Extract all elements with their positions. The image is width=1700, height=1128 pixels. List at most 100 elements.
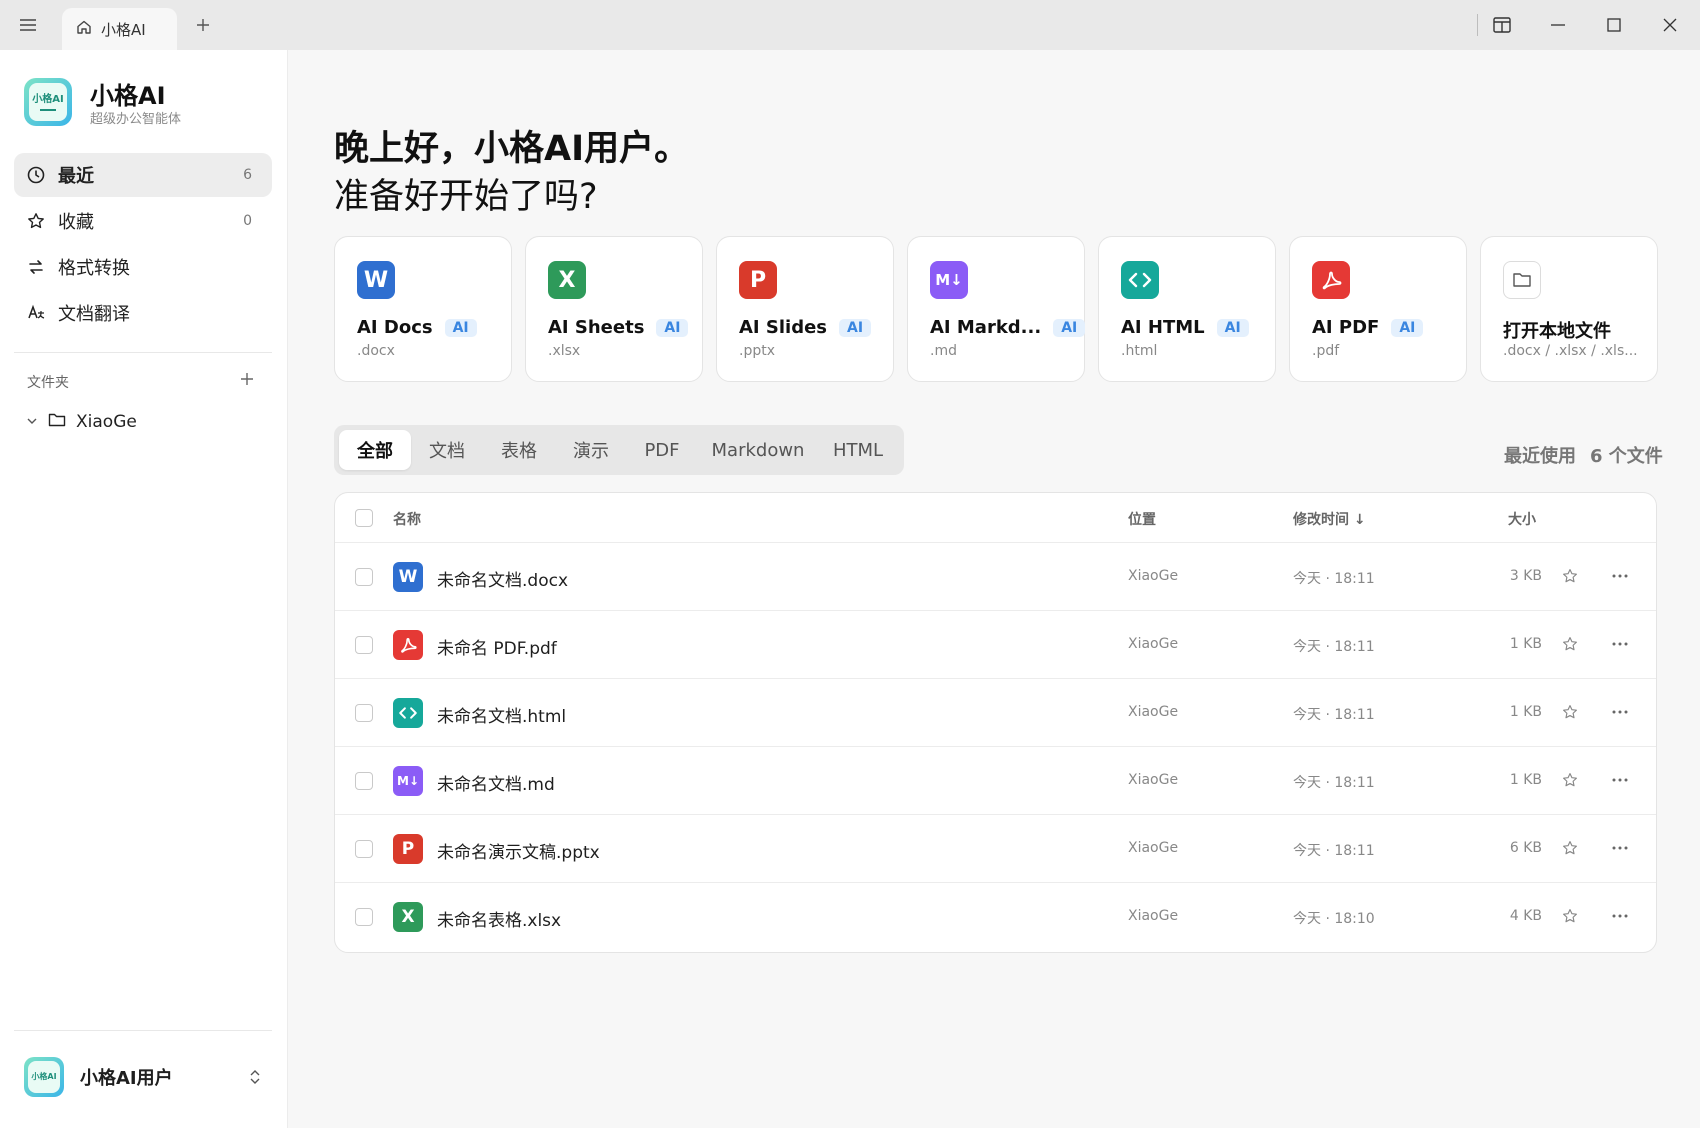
file-modified-time: 今天 · 18:11 — [1293, 639, 1375, 655]
favorite-star-icon[interactable] — [1559, 633, 1581, 655]
avatar: 小格AI — [24, 1057, 64, 1097]
tab-markdown[interactable]: Markdown — [697, 430, 819, 470]
brand-subtitle: 超级办公智能体 — [90, 112, 182, 127]
card-title-row: AI Markd... AI — [930, 317, 1086, 338]
favorite-star-icon[interactable] — [1559, 905, 1581, 927]
column-header-name[interactable]: 名称 — [393, 509, 421, 529]
html-code-icon — [393, 698, 423, 728]
tab-html[interactable]: HTML — [819, 430, 897, 470]
more-options-icon[interactable] — [1607, 837, 1633, 859]
table-row[interactable]: P 未命名演示文稿.pptx XiaoGe 今天 · 18:11 6 KB — [335, 815, 1656, 883]
sidebar-item-favorites[interactable]: 收藏 0 — [14, 199, 272, 243]
favorite-star-icon[interactable] — [1559, 769, 1581, 791]
recent-count-badge: 6 — [243, 167, 252, 183]
card-title-row: 打开本地文件 — [1503, 317, 1611, 343]
sidebar-item-label: 最近 — [58, 166, 94, 187]
avatar-text: 小格AI — [31, 1072, 57, 1081]
open-local-file-card[interactable]: 打开本地文件 .docx / .xlsx / .xls... — [1480, 236, 1658, 382]
row-checkbox[interactable] — [355, 704, 373, 722]
sidebar-bottom-divider — [14, 1030, 272, 1031]
recent-used-label: 最近使用 — [1504, 446, 1576, 467]
more-options-icon[interactable] — [1607, 905, 1633, 927]
favorites-count-badge: 0 — [243, 213, 252, 229]
card-title-row: AI PDF AI — [1312, 317, 1424, 338]
card-title: AI Slides — [739, 317, 828, 338]
card-title: AI HTML — [1121, 317, 1205, 338]
card-extension: .html — [1121, 343, 1158, 359]
card-title-row: AI HTML AI — [1121, 317, 1249, 338]
row-checkbox[interactable] — [355, 636, 373, 654]
favorite-star-icon[interactable] — [1559, 701, 1581, 723]
create-card-docs[interactable]: W AI Docs AI .docx — [334, 236, 512, 382]
column-header-size[interactable]: 大小 — [1508, 509, 1536, 529]
favorite-star-icon[interactable] — [1559, 565, 1581, 587]
card-title-row: AI Slides AI — [739, 317, 872, 338]
row-checkbox[interactable] — [355, 568, 373, 586]
sidebar: 小格AI 小格AI 超级办公智能体 最近 6 收藏 0 格式转换 文档翻译 文件… — [0, 50, 288, 1128]
table-row[interactable]: M↓ 未命名文档.md XiaoGe 今天 · 18:11 1 KB — [335, 747, 1656, 815]
add-folder-icon[interactable] — [236, 368, 258, 390]
card-title: AI Markd... — [930, 317, 1042, 338]
chevron-updown-icon[interactable] — [246, 1066, 264, 1088]
create-card-sheets[interactable]: X AI Sheets AI .xlsx — [525, 236, 703, 382]
greeting-heading: 晚上好，小格AI用户。 — [334, 129, 690, 169]
ai-badge: AI — [656, 318, 689, 337]
more-options-icon[interactable] — [1607, 633, 1633, 655]
tab-home[interactable]: 小格AI — [62, 8, 177, 50]
chevron-down-icon[interactable] — [26, 412, 38, 432]
greeting-subheading: 准备好开始了吗? — [334, 177, 598, 217]
more-options-icon[interactable] — [1607, 565, 1633, 587]
file-modified-time: 今天 · 18:11 — [1293, 843, 1375, 859]
tab-pdf[interactable]: PDF — [627, 430, 697, 470]
create-card-pdf[interactable]: AI PDF AI .pdf — [1289, 236, 1467, 382]
card-extension: .docx — [357, 343, 395, 359]
hamburger-menu-icon[interactable] — [14, 12, 42, 38]
file-type-filter-tabs: 全部 文档 表格 演示 PDF Markdown HTML — [334, 425, 904, 475]
folders-heading: 文件夹 — [27, 375, 69, 391]
file-location: XiaoGe — [1128, 840, 1179, 856]
table-row[interactable]: X 未命名表格.xlsx XiaoGe 今天 · 18:10 4 KB — [335, 883, 1656, 951]
minimize-icon[interactable] — [1543, 12, 1573, 38]
panel-toggle-icon[interactable] — [1487, 12, 1517, 38]
create-card-slides[interactable]: P AI Slides AI .pptx — [716, 236, 894, 382]
more-options-icon[interactable] — [1607, 769, 1633, 791]
create-card-html[interactable]: AI HTML AI .html — [1098, 236, 1276, 382]
tab-documents[interactable]: 文档 — [411, 430, 483, 470]
card-extension: .docx / .xlsx / .xls... — [1503, 343, 1638, 359]
table-row[interactable]: W 未命名文档.docx XiaoGe 今天 · 18:11 3 KB — [335, 543, 1656, 611]
column-header-modified[interactable]: 修改时间 ↓ — [1293, 509, 1366, 529]
file-table: 名称 位置 修改时间 ↓ 大小 W 未命名文档.docx XiaoGe 今天 ·… — [334, 492, 1657, 953]
powerpoint-slides-icon: P — [393, 834, 423, 864]
new-tab-icon[interactable] — [190, 12, 216, 38]
table-row[interactable]: 未命名 PDF.pdf XiaoGe 今天 · 18:11 1 KB — [335, 611, 1656, 679]
tab-all[interactable]: 全部 — [339, 430, 411, 470]
word-doc-icon: W — [357, 261, 395, 299]
row-checkbox[interactable] — [355, 908, 373, 926]
card-title-row: AI Docs AI — [357, 317, 477, 338]
tab-sheets[interactable]: 表格 — [483, 430, 555, 470]
sidebar-item-translate[interactable]: 文档翻译 — [14, 291, 272, 335]
excel-sheet-icon: X — [548, 261, 586, 299]
more-options-icon[interactable] — [1607, 701, 1633, 723]
table-row[interactable]: 未命名文档.html XiaoGe 今天 · 18:11 1 KB — [335, 679, 1656, 747]
maximize-icon[interactable] — [1599, 12, 1629, 38]
card-title: AI PDF — [1312, 317, 1380, 338]
card-title: AI Sheets — [548, 317, 645, 338]
sidebar-item-label: 收藏 — [58, 212, 94, 233]
row-checkbox[interactable] — [355, 840, 373, 858]
select-all-checkbox[interactable] — [355, 509, 373, 527]
column-header-location[interactable]: 位置 — [1128, 509, 1156, 529]
tab-presentations[interactable]: 演示 — [555, 430, 627, 470]
file-size: 3 KB — [1509, 568, 1542, 584]
folder-item-xiaoge[interactable]: XiaoGe — [26, 408, 137, 436]
user-menu[interactable]: 小格AI 小格AI用户 — [24, 1054, 272, 1100]
create-card-markdown[interactable]: M↓ AI Markd... AI .md — [907, 236, 1086, 382]
sidebar-item-recent[interactable]: 最近 6 — [14, 153, 272, 197]
file-location: XiaoGe — [1128, 908, 1179, 924]
row-checkbox[interactable] — [355, 772, 373, 790]
close-icon[interactable] — [1655, 12, 1685, 38]
sidebar-item-convert[interactable]: 格式转换 — [14, 245, 272, 289]
favorite-star-icon[interactable] — [1559, 837, 1581, 859]
powerpoint-slides-icon: P — [739, 261, 777, 299]
convert-icon — [26, 257, 46, 277]
